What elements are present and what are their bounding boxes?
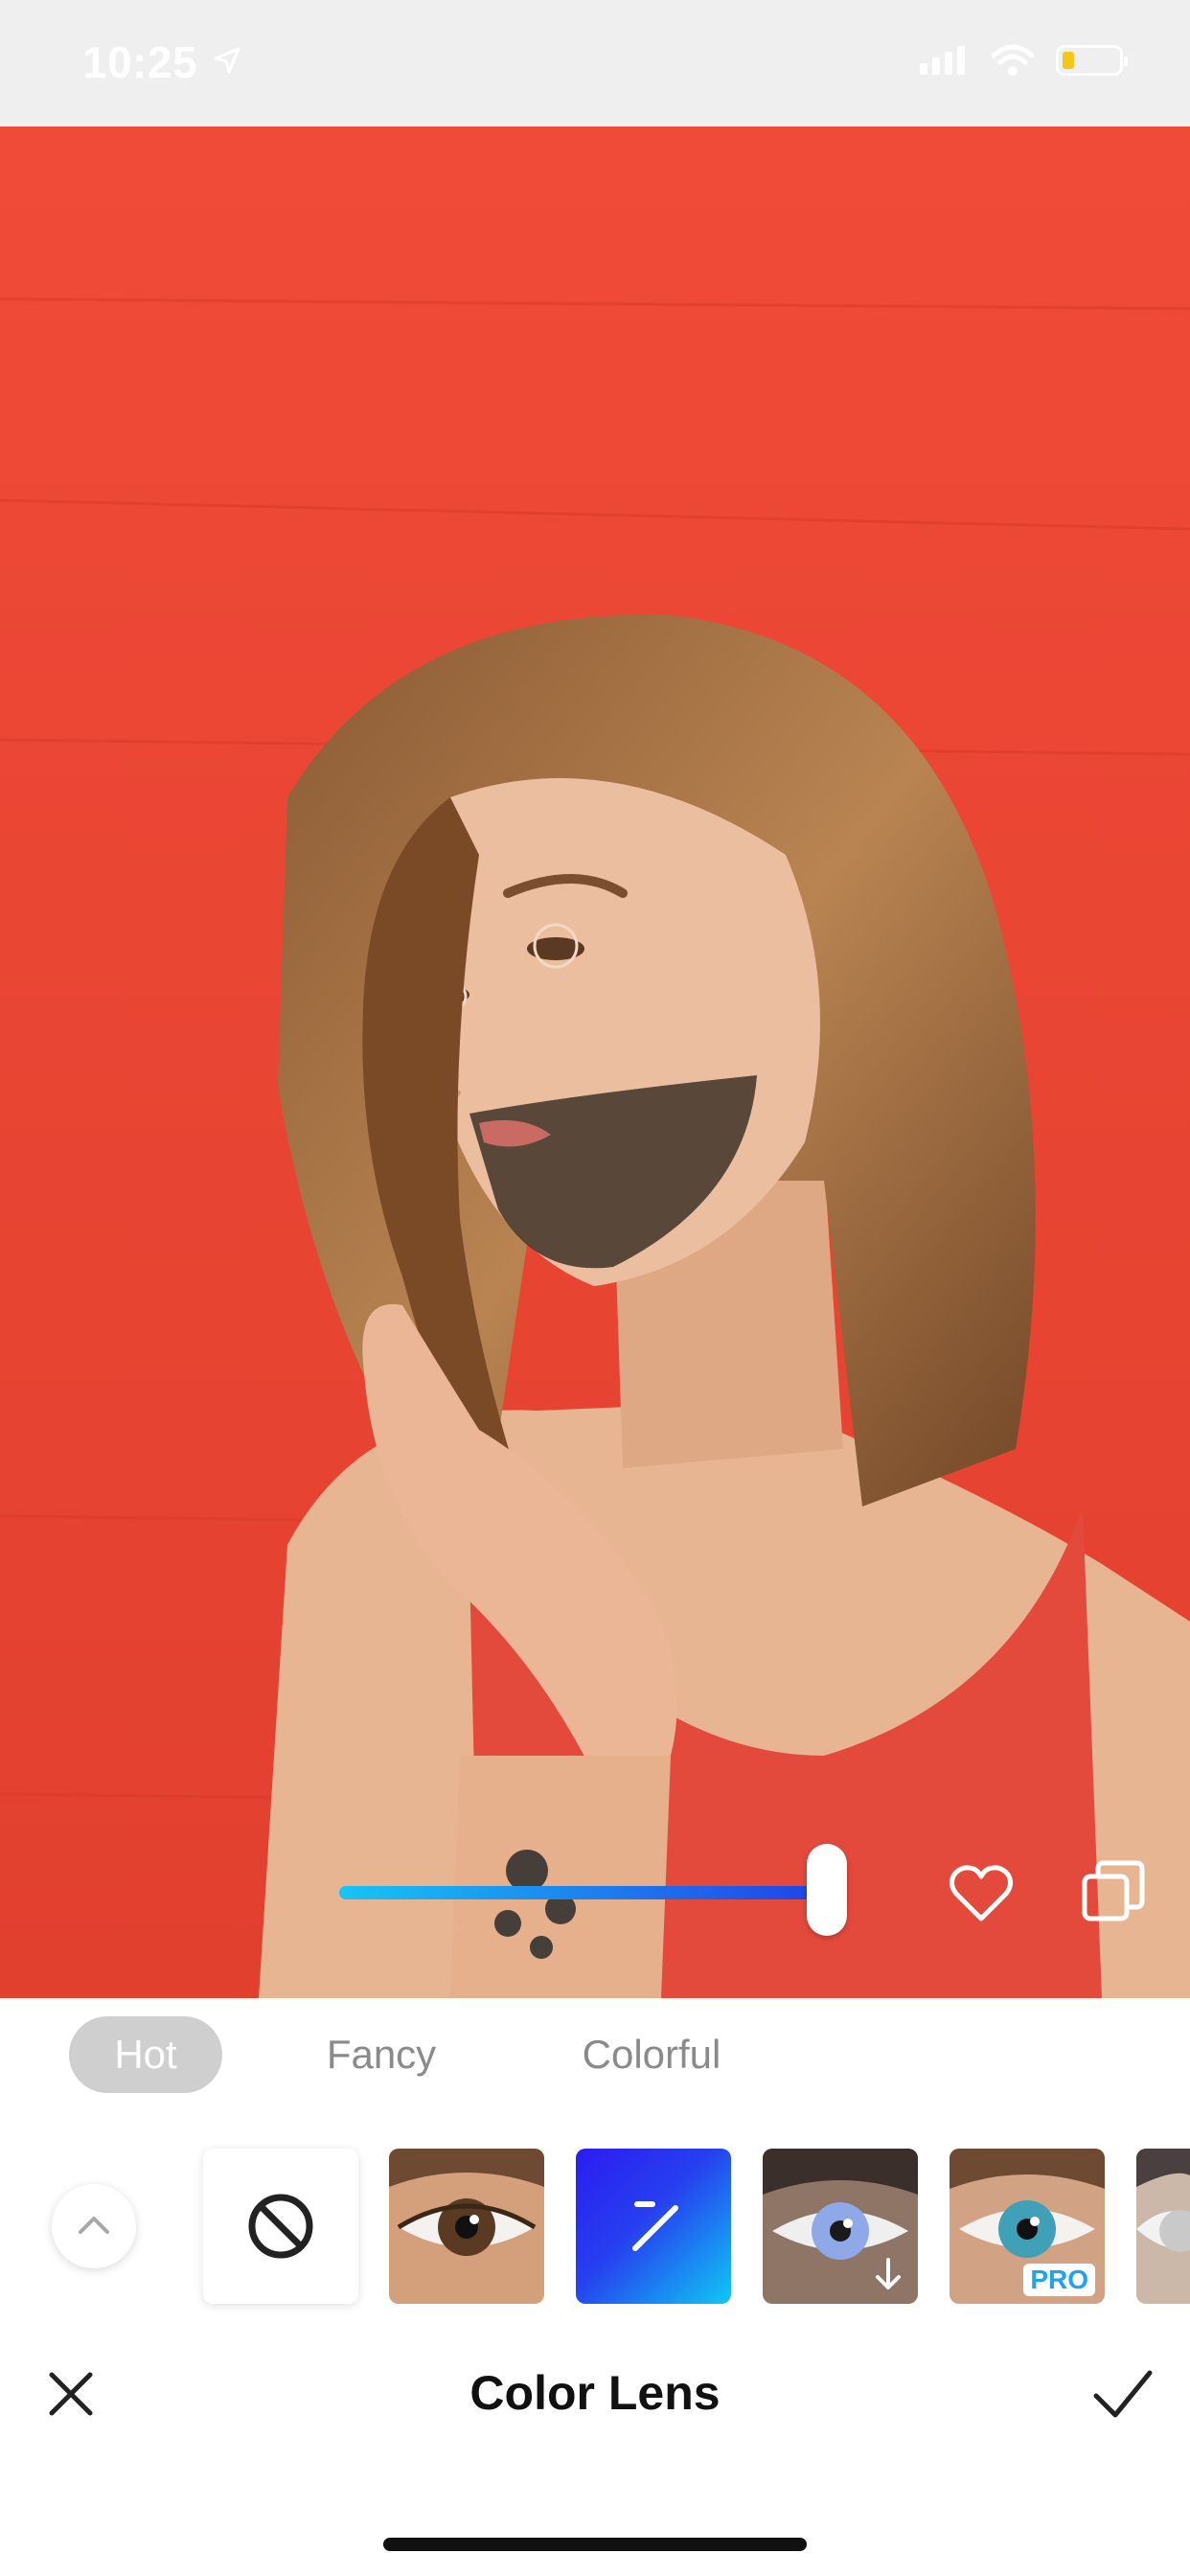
slider-fill: [339, 1886, 827, 1899]
checkmark-icon[interactable]: [1092, 2367, 1154, 2421]
expand-panel-button[interactable]: [52, 2184, 136, 2268]
status-bar: 10:25: [0, 0, 1190, 126]
download-arrow-icon: [876, 2258, 901, 2289]
tab-colorful[interactable]: Colorful: [556, 2016, 747, 2093]
eye-brown-image: [389, 2149, 544, 2304]
compare-layers-icon[interactable]: [1081, 1859, 1146, 1924]
page-title: Color Lens: [469, 2366, 721, 2420]
location-arrow-icon: [214, 47, 240, 74]
lens-custom[interactable]: [576, 2149, 731, 2304]
tab-hot[interactable]: Hot: [69, 2016, 222, 2093]
home-indicator: [383, 2538, 807, 2551]
status-time: 10:25: [82, 37, 198, 87]
tab-fancy[interactable]: Fancy: [305, 2016, 458, 2093]
photo-image: [0, 126, 1190, 1998]
eye-gray-image: [1136, 2149, 1190, 2304]
lens-blue[interactable]: [763, 2149, 918, 2304]
battery-level: [1063, 52, 1074, 69]
lens-brown[interactable]: [389, 2149, 544, 2304]
photo-canvas[interactable]: [0, 126, 1190, 1998]
lens-gray[interactable]: [1136, 2149, 1190, 2304]
wifi-icon: [991, 44, 1035, 76]
intensity-slider[interactable]: [339, 1844, 847, 1940]
pro-badge: PRO: [1023, 2264, 1095, 2296]
chevron-up-icon: [79, 2217, 109, 2234]
cellular-signal-icon: [920, 46, 965, 75]
heart-outline-icon[interactable]: [947, 1859, 1016, 1928]
lens-none[interactable]: [203, 2149, 358, 2304]
lens-teal[interactable]: PRO: [950, 2149, 1105, 2304]
slider-thumb[interactable]: [807, 1844, 847, 1936]
no-symbol-icon: [248, 2194, 313, 2259]
edit-plus-minus-icon: [632, 2201, 678, 2251]
battery-icon: [1056, 45, 1128, 76]
